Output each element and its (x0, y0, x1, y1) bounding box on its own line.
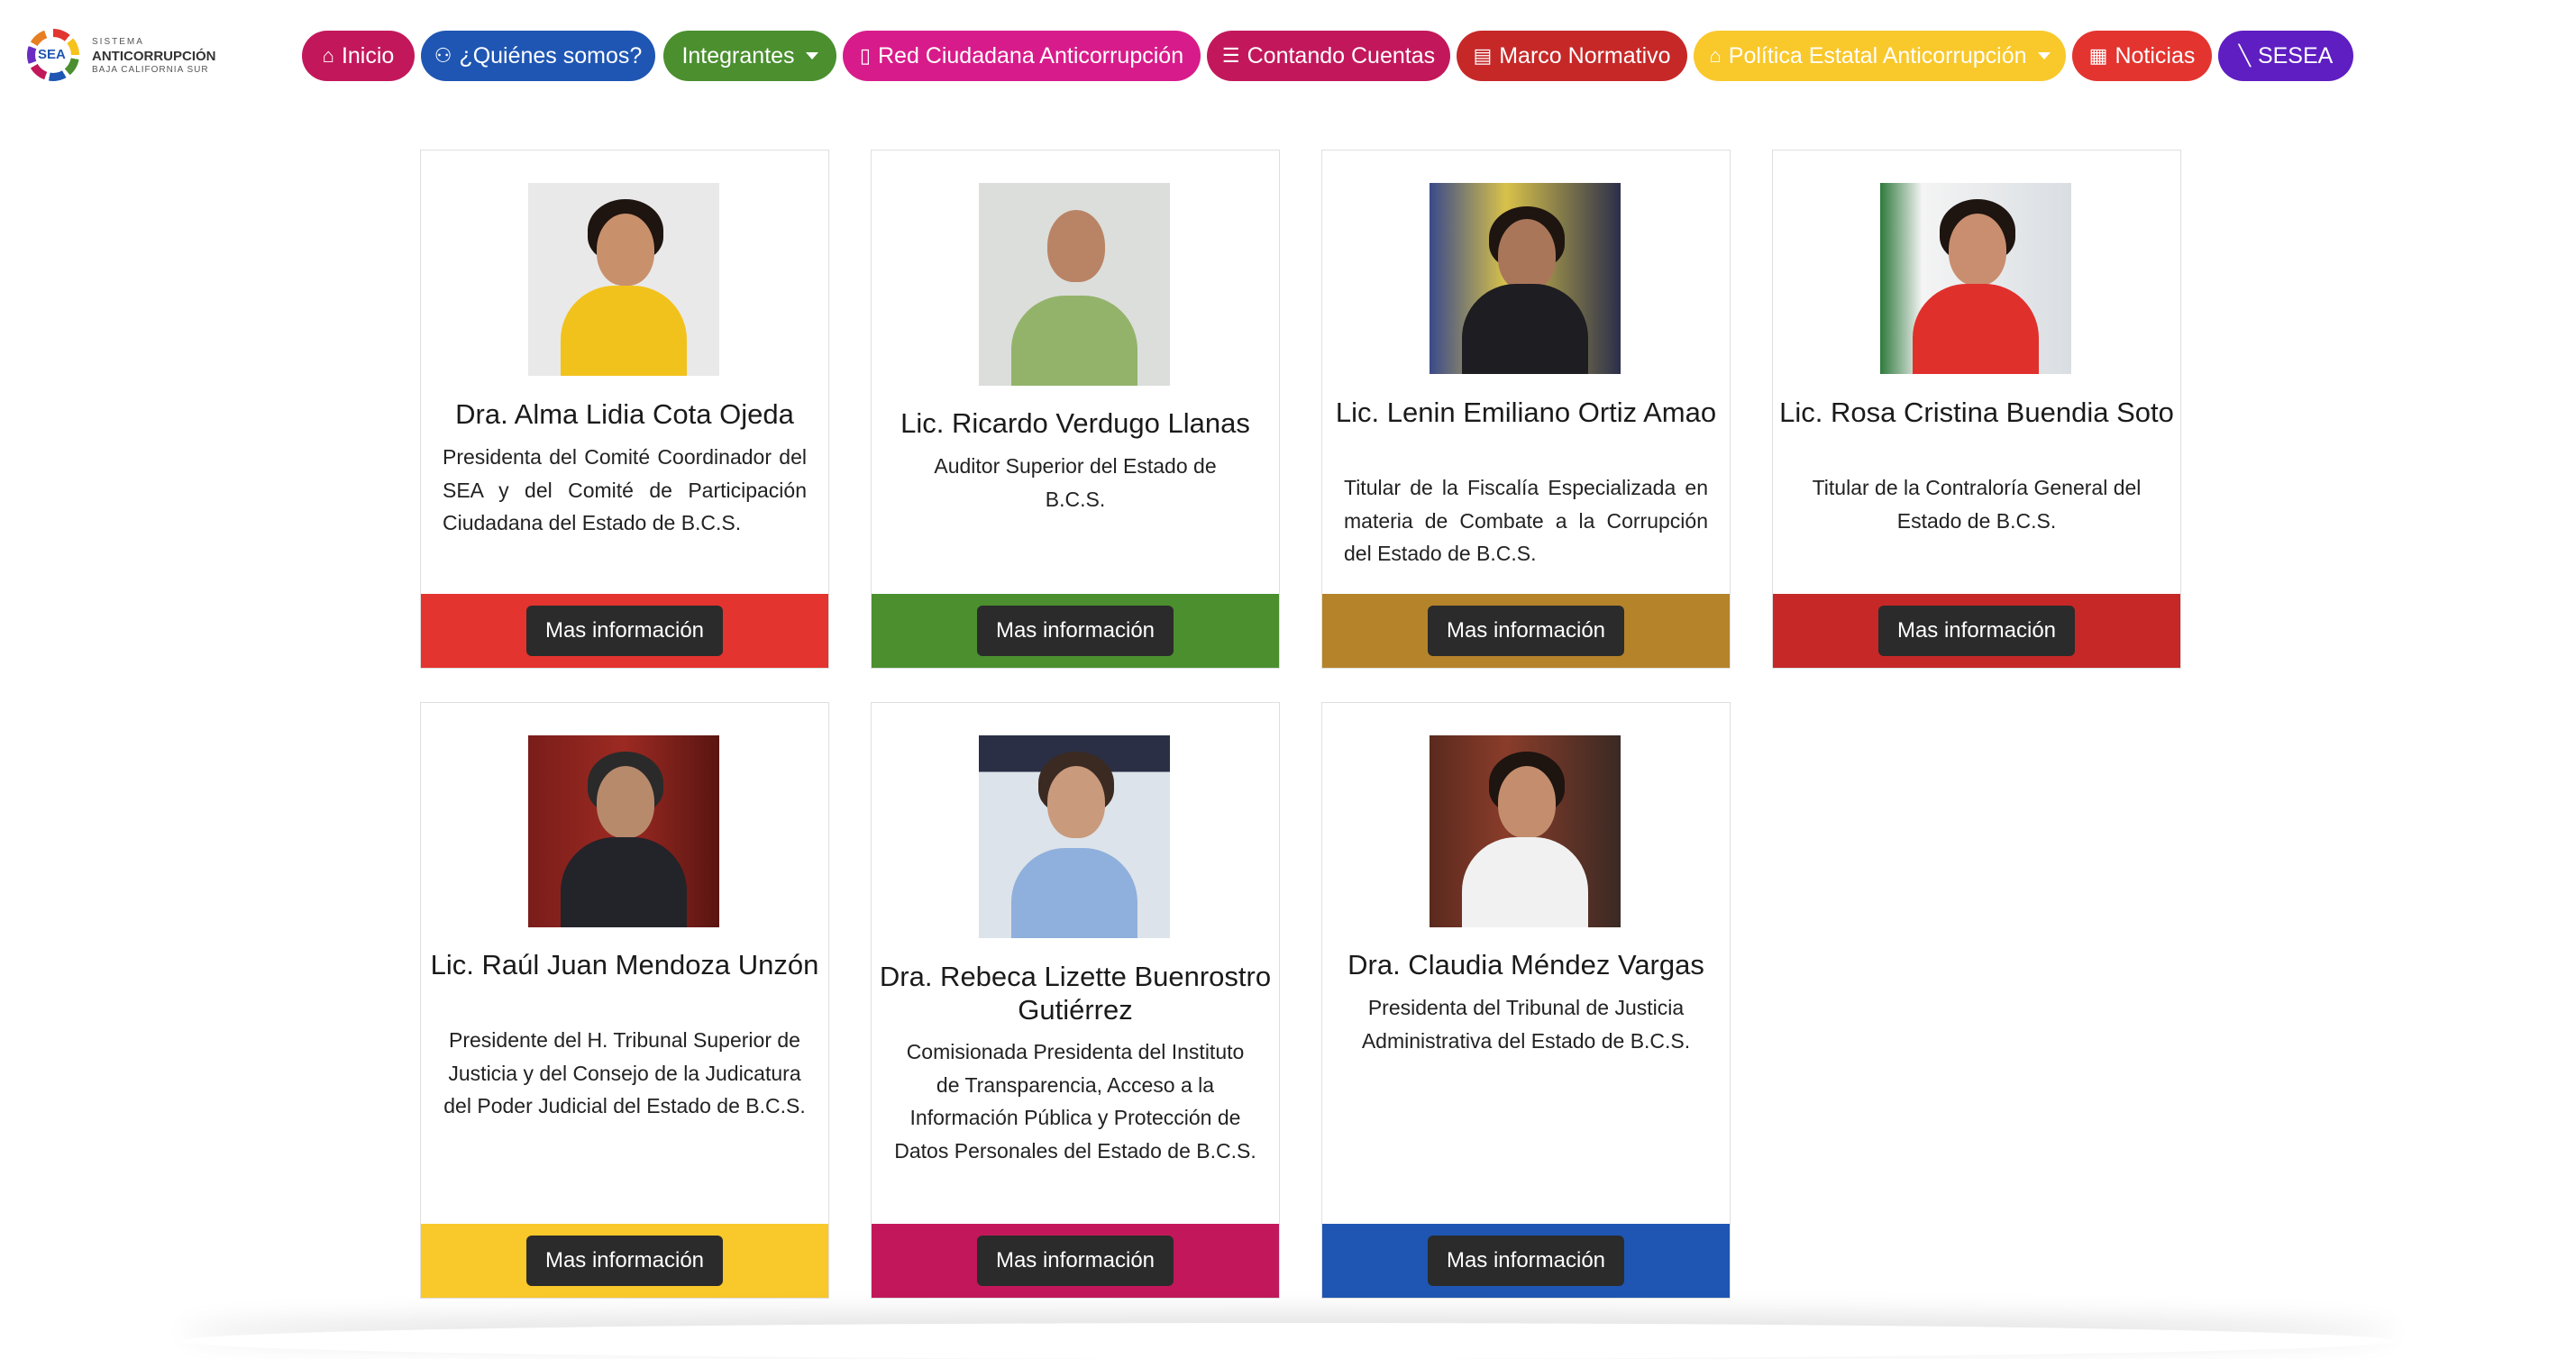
card-footer: Mas información (872, 594, 1279, 668)
member-name: Dra. Alma Lidia Cota Ojeda (455, 398, 794, 430)
member-name: Lic. Rosa Cristina Buendia Soto (1779, 397, 2174, 428)
card-footer: Mas información (1773, 594, 2180, 668)
member-role: Presidenta del Tribunal de Justicia Admi… (1361, 996, 1691, 1053)
member-photo (979, 183, 1170, 386)
newspaper-icon: ▦ (2088, 44, 2108, 67)
member-card: Dra. Alma Lidia Cota Ojeda Presidenta de… (420, 150, 829, 669)
logo-line1: SISTEMA (92, 37, 144, 47)
more-info-button[interactable]: Mas información (1877, 606, 2076, 656)
member-role: Presidente del H. Tribunal Superior de J… (443, 1028, 806, 1117)
more-info-button[interactable]: Mas información (525, 1236, 724, 1286)
card-footer: Mas información (1322, 1224, 1730, 1298)
nav-politica-estatal-dropdown[interactable]: ⌂ Política Estatal Anticorrupción (1694, 31, 2066, 81)
nav-label: Política Estatal Anticorrupción (1728, 42, 2027, 68)
member-role: Presidenta del Comité Coordinador del SE… (443, 445, 807, 534)
nav-sesea[interactable]: ╲ SESEA (2218, 31, 2353, 81)
more-info-button[interactable]: Mas información (976, 1236, 1174, 1286)
member-photo (1430, 183, 1621, 374)
building-icon: ⌂ (1709, 44, 1722, 67)
card-footer: Mas información (1322, 594, 1730, 668)
nav-label: Marco Normativo (1499, 42, 1671, 68)
member-photo (979, 735, 1170, 938)
logo-mark: SEA (38, 47, 66, 62)
member-name: Lic. Raúl Juan Mendoza Unzón (430, 949, 819, 980)
more-info-button[interactable]: Mas información (1427, 606, 1625, 656)
magic-icon: ╲ (2238, 44, 2251, 67)
nav-label: ¿Quiénes somos? (459, 42, 643, 68)
card-footer: Mas información (421, 1224, 828, 1298)
member-name: Dra. Claudia Méndez Vargas (1347, 949, 1704, 980)
nav-label: Inicio (341, 42, 395, 68)
member-photo (1880, 183, 2071, 374)
logo-text: SISTEMA ANTICORRUPCIÓN BAJA CALIFORNIA S… (92, 38, 216, 75)
nav-label: SESEA (2257, 42, 2334, 68)
card-footer: Mas información (421, 594, 828, 668)
member-photo (528, 735, 719, 927)
nav-label: Contando Cuentas (1247, 42, 1436, 68)
nav-inicio[interactable]: ⌂ Inicio (302, 31, 415, 81)
member-card: Lic. Rosa Cristina Buendia Soto Titular … (1772, 150, 2181, 669)
nav-quienes-somos[interactable]: ⚇ ¿Quiénes somos? (421, 31, 655, 81)
nav-contando-cuentas[interactable]: ☰ Contando Cuentas (1207, 31, 1450, 81)
member-name: Lic. Ricardo Verdugo Llanas (900, 407, 1250, 439)
member-card: Dra. Rebeca Lizette Buenrostro Gutiérrez… (871, 702, 1280, 1299)
nav-red-ciudadana[interactable]: ▯ Red Ciudadana Anticorrupción (843, 31, 1201, 81)
book-icon: ▯ (859, 44, 871, 67)
logo-line3: BAJA CALIFORNIA SUR (92, 65, 209, 75)
member-photo (528, 183, 719, 376)
nav-integrantes-dropdown[interactable]: Integrantes (663, 31, 836, 81)
more-info-button[interactable]: Mas información (976, 606, 1174, 656)
nav-noticias[interactable]: ▦ Noticias (2072, 31, 2212, 81)
nav-label: Red Ciudadana Anticorrupción (877, 42, 1184, 68)
nav-label: Integrantes (681, 42, 795, 68)
member-role: Comisionada Presidenta del Instituto de … (894, 1040, 1256, 1163)
member-role: Titular de la Fiscalía Especializada en … (1344, 476, 1708, 565)
nav-label: Noticias (2115, 42, 2196, 68)
more-info-button[interactable]: Mas información (525, 606, 724, 656)
people-icon: ⚇ (434, 44, 452, 67)
member-card: Lic. Ricardo Verdugo Llanas Auditor Supe… (871, 150, 1280, 669)
journal-icon: ▤ (1473, 44, 1493, 67)
member-role: Titular de la Contraloría General del Es… (1812, 476, 2142, 533)
member-role: Auditor Superior del Estado de B.C.S. (934, 454, 1217, 511)
logo-line2: ANTICORRUPCIÓN (92, 49, 216, 64)
nav-marco-normativo[interactable]: ▤ Marco Normativo (1457, 31, 1687, 81)
member-name: Lic. Lenin Emiliano Ortiz Amao (1335, 397, 1717, 428)
member-name: Dra. Rebeca Lizette Buenrostro Gutiérrez (879, 961, 1272, 1026)
card-footer: Mas información (872, 1224, 1279, 1298)
member-card: Lic. Raúl Juan Mendoza Unzón Presidente … (420, 702, 829, 1299)
list-icon: ☰ (1221, 44, 1240, 67)
member-card: Lic. Lenin Emiliano Ortiz Amao Titular d… (1321, 150, 1731, 669)
member-photo (1430, 735, 1621, 927)
site-logo[interactable]: SEA SISTEMA ANTICORRUPCIÓN BAJA CALIFORN… (27, 29, 234, 81)
home-icon: ⌂ (322, 44, 334, 67)
more-info-button[interactable]: Mas información (1427, 1236, 1625, 1286)
member-card: Dra. Claudia Méndez Vargas Presidenta de… (1321, 702, 1731, 1299)
footer-shadow (180, 1323, 2396, 1359)
